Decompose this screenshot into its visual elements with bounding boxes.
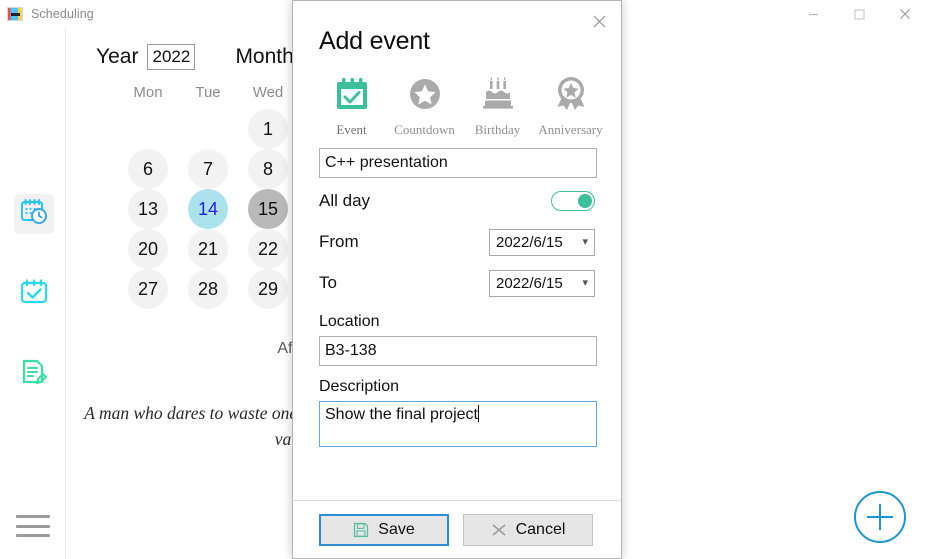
location-label: Location <box>319 313 380 330</box>
sidebar-item-schedule[interactable] <box>14 194 54 234</box>
app-logo-icon <box>7 7 23 21</box>
event-title-input[interactable]: C++ presentation <box>319 148 597 178</box>
from-date-value: 2022/6/15 <box>496 233 563 251</box>
calendar-day-20[interactable]: 20 <box>128 229 168 269</box>
calendar-day-15[interactable]: 15 <box>248 189 288 229</box>
star-circle-icon <box>406 70 444 118</box>
calendar-day-13[interactable]: 13 <box>128 189 168 229</box>
event-type-anniversary[interactable]: Anniversary <box>534 70 607 138</box>
note-edit-icon <box>19 357 49 392</box>
save-button[interactable]: Save <box>319 513 449 546</box>
calendar-day-empty <box>188 109 228 149</box>
year-month-row: Year 2022 Month <box>96 44 294 70</box>
calendar-day-6[interactable]: 6 <box>128 149 168 189</box>
event-type-label: Countdown <box>394 122 455 137</box>
description-value: Show the final project <box>325 406 478 423</box>
dialog-title: Add event <box>319 27 430 55</box>
event-type-birthday[interactable]: Birthday <box>461 70 534 138</box>
description-label: Description <box>319 378 400 395</box>
text-caret <box>477 405 479 422</box>
calendar-day-22[interactable]: 22 <box>248 229 288 269</box>
calendar-day-29[interactable]: 29 <box>248 269 288 309</box>
chevron-down-icon: ▾ <box>582 235 588 248</box>
app-window: Scheduling Year 2022 Month Mon Tue Wed 1… <box>0 0 928 559</box>
dialog-close-button[interactable] <box>587 9 611 33</box>
toggle-knob <box>578 194 592 208</box>
all-day-label: All day <box>319 191 371 210</box>
add-event-dialog: Add event Event Countdown Birthday Anniv… <box>292 0 622 559</box>
minimize-button[interactable] <box>790 0 836 28</box>
calendar-day-14[interactable]: 14 <box>188 189 228 229</box>
calendar-day-empty <box>128 109 168 149</box>
month-label: Month <box>235 45 294 68</box>
to-label: To <box>319 273 337 292</box>
all-day-toggle[interactable] <box>551 191 595 211</box>
event-type-label: Birthday <box>474 122 521 137</box>
calendar-day-28[interactable]: 28 <box>188 269 228 309</box>
close-button[interactable] <box>882 0 928 28</box>
to-date-value: 2022/6/15 <box>496 274 563 292</box>
maximize-button[interactable] <box>836 0 882 28</box>
close-x-icon <box>491 522 507 538</box>
event-type-label: Event <box>336 122 367 137</box>
from-date-select[interactable]: 2022/6/15 ▾ <box>489 228 595 256</box>
calendar-day-21[interactable]: 21 <box>188 229 228 269</box>
calendar-day-27[interactable]: 27 <box>128 269 168 309</box>
sidebar <box>0 28 66 559</box>
dialog-footer: Save Cancel <box>293 500 621 558</box>
hamburger-menu-icon[interactable] <box>16 515 50 537</box>
calendar-day-7[interactable]: 7 <box>188 149 228 189</box>
app-title: Scheduling <box>31 7 94 21</box>
calendar-check-icon <box>333 70 371 118</box>
sidebar-item-events[interactable] <box>14 274 54 314</box>
weekday-0: Mon <box>133 84 163 101</box>
all-day-row: All day <box>319 183 595 219</box>
chevron-down-icon: ▾ <box>582 276 588 289</box>
cancel-button-label: Cancel <box>515 520 566 538</box>
save-button-label: Save <box>378 520 415 538</box>
weekday-1: Tue <box>195 84 221 101</box>
year-input[interactable]: 2022 <box>147 44 196 70</box>
to-row: To 2022/6/15 ▾ <box>319 265 595 301</box>
event-type-event[interactable]: Event <box>315 70 388 138</box>
calendar-check-icon <box>19 277 49 312</box>
calendar-day-1[interactable]: 1 <box>248 109 288 149</box>
event-type-countdown[interactable]: Countdown <box>388 70 461 138</box>
window-controls <box>790 0 928 28</box>
to-date-select[interactable]: 2022/6/15 ▾ <box>489 269 595 297</box>
weekday-2: Wed <box>252 84 284 101</box>
save-floppy-icon <box>353 522 369 538</box>
add-event-fab[interactable] <box>854 491 906 543</box>
sidebar-item-notes[interactable] <box>14 354 54 394</box>
event-type-label: Anniversary <box>538 122 603 137</box>
from-row: From 2022/6/15 ▾ <box>319 224 595 260</box>
cancel-button[interactable]: Cancel <box>463 513 593 546</box>
birthday-cake-icon <box>479 70 517 118</box>
calendar-day-8[interactable]: 8 <box>248 149 288 189</box>
award-star-icon <box>552 70 590 118</box>
dialog-form: C++ presentation All day From 2022/6/15 … <box>293 148 621 500</box>
calendar-clock-icon <box>19 197 49 232</box>
from-label: From <box>319 232 359 251</box>
description-input[interactable]: Show the final project <box>319 401 597 447</box>
event-type-selector: Event Countdown Birthday Anniversary <box>315 70 607 138</box>
year-label: Year <box>96 45 139 68</box>
location-input[interactable]: B3-138 <box>319 336 597 366</box>
